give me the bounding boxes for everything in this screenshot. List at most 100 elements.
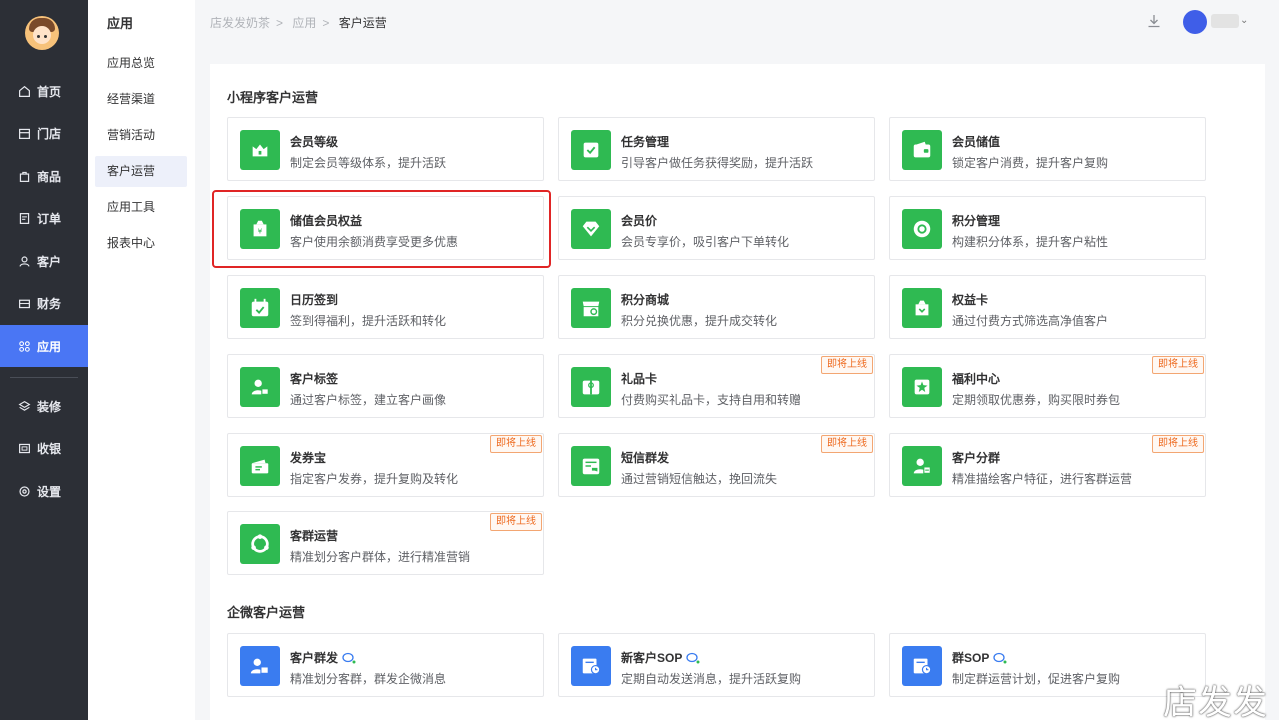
card-desc: 定期自动发送消息，提升活跃复购	[621, 672, 802, 686]
task-check-icon	[571, 130, 611, 170]
card-title: 发券宝	[290, 451, 327, 465]
welfare-icon	[902, 367, 942, 407]
subnav-item-marketing[interactable]: 营销活动	[95, 120, 187, 151]
nav-item-customer[interactable]: 客户	[0, 240, 88, 282]
app-card-new-customer-sop[interactable]: 新客户SOP 定期自动发送消息，提升活跃复购	[558, 633, 875, 697]
user-avatar[interactable]	[1183, 10, 1207, 34]
svg-text:¥: ¥	[258, 227, 263, 236]
nav-label: 应用	[37, 339, 62, 354]
app-card-wecom-broadcast[interactable]: 客户群发 精准划分客群，群发企微消息	[227, 633, 544, 697]
card-title: 会员等级	[290, 135, 339, 149]
coming-soon-badge: 即将上线	[821, 356, 873, 374]
card-title: 客户分群	[952, 451, 1001, 465]
app-card-member-level[interactable]: 会员等级 制定会员等级体系，提升活跃	[227, 117, 544, 181]
nav-item-orders[interactable]: 订单	[0, 197, 88, 239]
card-title: 短信群发	[621, 451, 670, 465]
app-card-customer-segments[interactable]: 客户分群 精准描绘客户特征，进行客群运营 即将上线	[889, 433, 1206, 497]
card-title: 任务管理	[621, 135, 670, 149]
breadcrumb-apps[interactable]: 应用	[292, 16, 316, 30]
app-card-customer-tags[interactable]: 客户标签 通过客户标签，建立客户画像	[227, 354, 544, 418]
card-desc: 引导客户做任务获得奖励，提升活跃	[621, 156, 814, 170]
main-sidebar: 首页 门店 商品 订单 客户 财务 应用 装修 收银 设置	[0, 0, 88, 720]
wecom-chat-icon	[993, 652, 1007, 663]
app-card-benefit-card[interactable]: 权益卡 通过付费方式筛选高净值客户	[889, 275, 1206, 339]
user-icon	[19, 255, 30, 267]
wecom-chat-icon	[686, 652, 700, 663]
app-card-member-stored-value[interactable]: 会员储值 锁定客户消费，提升客户复购	[889, 117, 1206, 181]
nav-item-finance[interactable]: 财务	[0, 282, 88, 324]
download-icon[interactable]	[1146, 13, 1162, 29]
card-title: 群SOP	[952, 649, 1007, 666]
watermark: 店发发	[1163, 683, 1268, 720]
group-cycle-icon	[240, 524, 280, 564]
subnav-item-reports[interactable]: 报表中心	[95, 228, 187, 259]
sub-sidebar: 应用 应用总览 经营渠道 营销活动 客户运营 应用工具 报表中心	[88, 0, 195, 720]
card-desc: 签到得福利，提升活跃和转化	[290, 314, 447, 328]
app-card-coupon-sender[interactable]: 发券宝 指定客户发券，提升复购及转化 即将上线	[227, 433, 544, 497]
nav-item-goods[interactable]: 商品	[0, 155, 88, 197]
card-desc: 制定会员等级体系，提升活跃	[290, 156, 447, 170]
app-card-points-mall[interactable]: 积分商城 积分兑换优惠，提升成交转化	[558, 275, 875, 339]
app-card-group-sop[interactable]: 群SOP 制定群运营计划，促进客户复购	[889, 633, 1206, 697]
nav-label: 设置	[37, 484, 62, 499]
app-card-stored-value-benefits[interactable]: ¥ 储值会员权益 客户使用余额消费享受更多优惠	[227, 196, 544, 260]
card-title: 会员价	[621, 214, 658, 228]
nav-label: 商品	[37, 169, 62, 184]
app-card-welfare-center[interactable]: 福利中心 定期领取优惠券，购买限时券包 即将上线	[889, 354, 1206, 418]
card-title: 储值会员权益	[290, 214, 363, 228]
app-card-points-management[interactable]: 积分管理 构建积分体系，提升客户粘性	[889, 196, 1206, 260]
app-card-calendar-checkin[interactable]: 日历签到 签到得福利，提升活跃和转化	[227, 275, 544, 339]
app-card-customer-group-ops[interactable]: 客群运营 精准划分客户群体，进行精准营销 即将上线	[227, 511, 544, 575]
nav-item-decorate[interactable]: 装修	[0, 385, 88, 427]
nav-item-store[interactable]: 门店	[0, 112, 88, 154]
chevron-down-icon[interactable]: ⌄	[1240, 15, 1248, 26]
card-desc: 定期领取优惠券，购买限时券包	[952, 393, 1121, 407]
coupon-icon	[240, 446, 280, 486]
crown-icon	[240, 130, 280, 170]
card-desc: 精准描绘客户特征，进行客群运营	[952, 472, 1133, 486]
user-name[interactable]	[1211, 14, 1239, 28]
nav-label: 装修	[37, 399, 62, 414]
nav-item-cashier[interactable]: 收银	[0, 427, 88, 469]
breadcrumb-shop[interactable]: 店发发奶茶	[210, 16, 270, 30]
card-desc: 客户使用余额消费享受更多优惠	[290, 235, 459, 249]
card-desc: 指定客户发券，提升复购及转化	[290, 472, 459, 486]
bag-icon	[19, 171, 30, 182]
nav-item-settings[interactable]: 设置	[0, 470, 88, 512]
app-card-sms-broadcast[interactable]: 短信群发 通过营销短信触达，挽回流失 即将上线	[558, 433, 875, 497]
points-coin-icon	[902, 209, 942, 249]
breadcrumb: 店发发奶茶 > 应用 > 客户运营	[210, 14, 393, 31]
section-title-wecom: 企微客户运营	[227, 605, 306, 620]
subnav-item-tools[interactable]: 应用工具	[95, 192, 187, 223]
coming-soon-badge: 即将上线	[490, 435, 542, 453]
coming-soon-badge: 即将上线	[1152, 435, 1204, 453]
card-desc: 会员专享价，吸引客户下单转化	[621, 235, 790, 249]
section-title-mini: 小程序客户运营	[227, 90, 319, 105]
card-desc: 精准划分客户群体，进行精准营销	[290, 550, 471, 564]
subnav-item-channels[interactable]: 经营渠道	[95, 84, 187, 115]
app-card-member-price[interactable]: 会员价 会员专享价，吸引客户下单转化	[558, 196, 875, 260]
subnav-item-customer-ops[interactable]: 客户运营	[95, 156, 187, 187]
card-title: 权益卡	[952, 293, 989, 307]
nav-divider	[10, 377, 78, 378]
card-desc: 付费购买礼品卡，支持自用和转赠	[621, 393, 802, 407]
card-desc: 通过营销短信触达，挽回流失	[621, 472, 778, 486]
card-desc: 锁定客户消费，提升客户复购	[952, 156, 1109, 170]
breadcrumb-sep: >	[322, 16, 330, 30]
subnav-item-overview[interactable]: 应用总览	[95, 48, 187, 79]
nav-item-apps[interactable]: 应用	[0, 325, 88, 367]
breadcrumb-sep: >	[276, 16, 284, 30]
subnav-title: 应用	[107, 16, 134, 31]
user-group-icon	[902, 446, 942, 486]
main-content: 小程序客户运营 会员等级 制定会员等级体系，提升活跃 任务管理 引导客户做任务获…	[210, 64, 1265, 720]
breadcrumb-current: 客户运营	[338, 16, 387, 30]
card-title: 积分管理	[952, 214, 1001, 228]
app-card-gift-card[interactable]: 礼品卡 付费购买礼品卡，支持自用和转赠 即将上线	[558, 354, 875, 418]
nav-label: 订单	[37, 211, 62, 226]
card-title: 积分商城	[621, 293, 670, 307]
nav-item-home[interactable]: 首页	[0, 70, 88, 112]
app-card-task-management[interactable]: 任务管理 引导客户做任务获得奖励，提升活跃	[558, 117, 875, 181]
nav-label: 收银	[37, 441, 62, 456]
gear-icon	[19, 485, 30, 497]
shop-avatar[interactable]	[25, 16, 59, 50]
